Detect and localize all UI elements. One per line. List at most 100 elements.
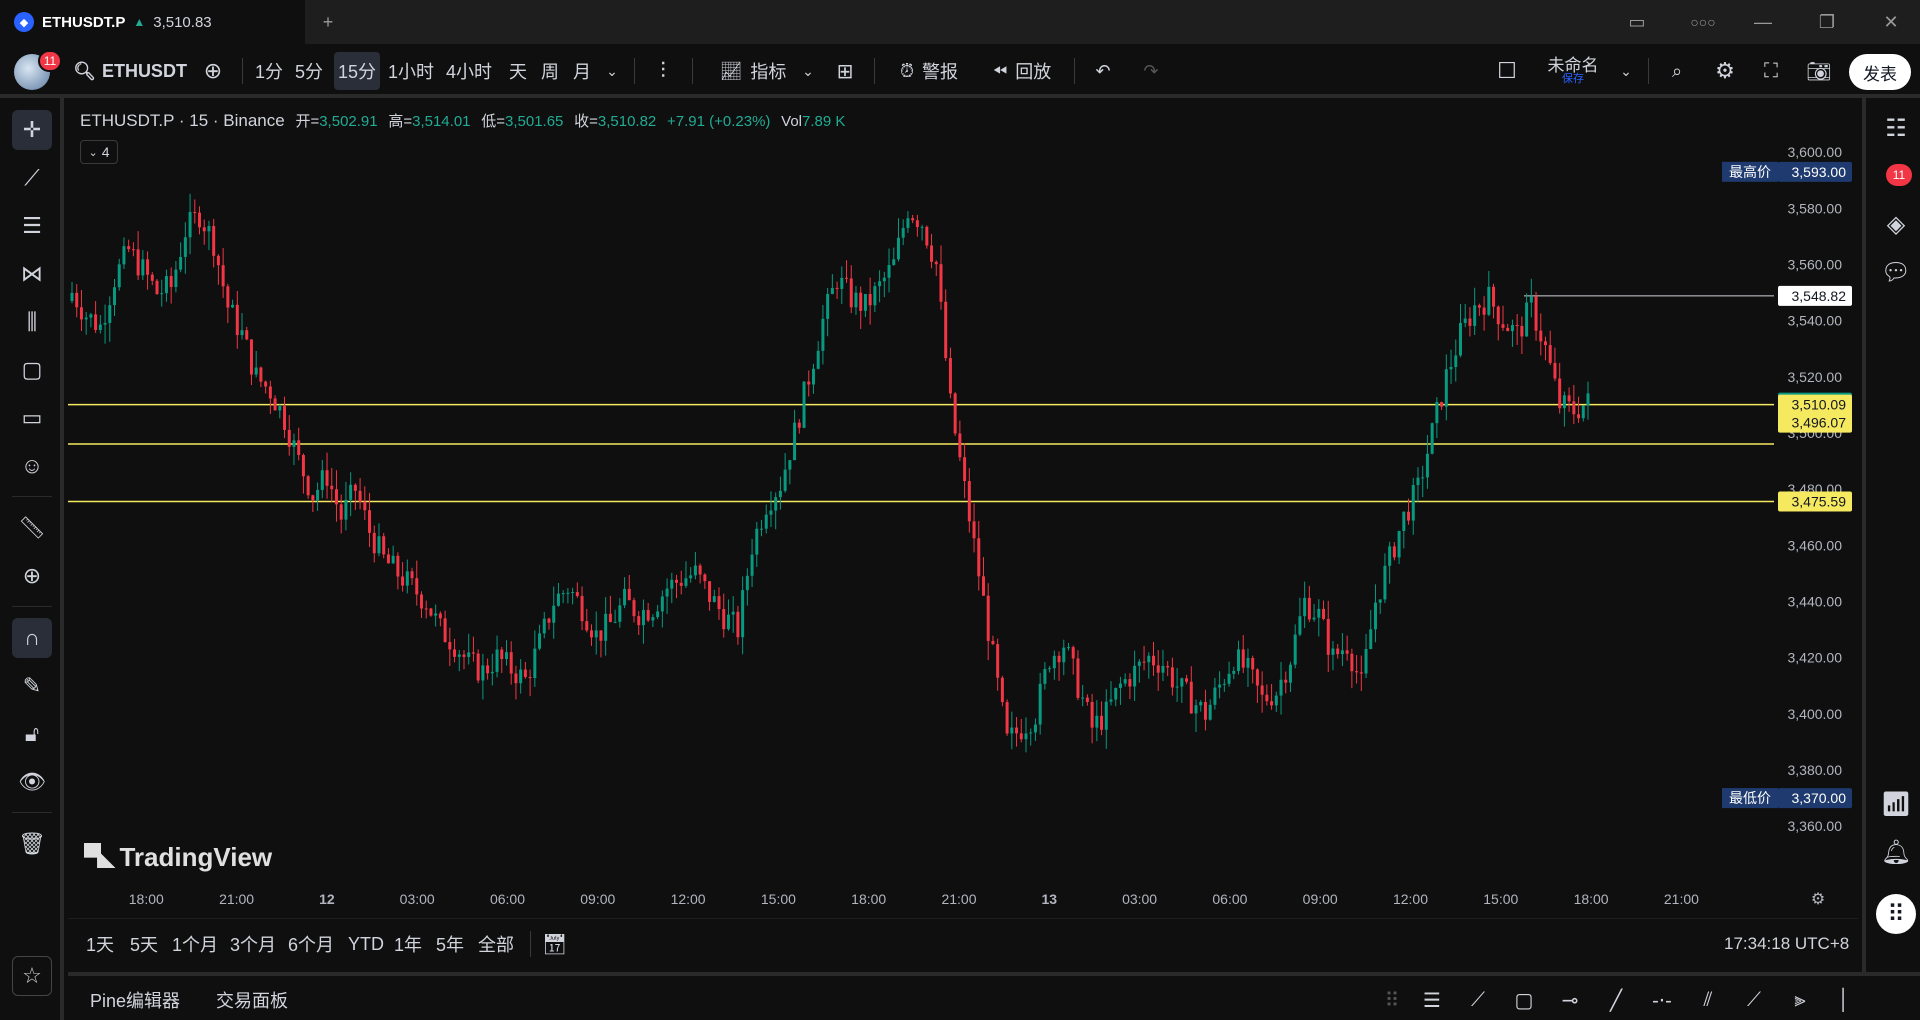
candle-body [212, 226, 216, 256]
chart-canvas[interactable]: 3,600.00 3,580.00 3,560.00 3,540.00 3,520.00… [68, 98, 1858, 918]
candle-body [821, 318, 825, 351]
watchlist-icon[interactable]: ☷ [1876, 108, 1916, 148]
candlestick-type-icon[interactable]: ⫶ [648, 52, 678, 90]
trend-line-icon[interactable]: ⟋ [1460, 984, 1496, 1016]
zoom-in-icon[interactable]: ⊕ [12, 556, 52, 596]
range-6m[interactable]: 6个月 [288, 931, 334, 957]
candle-body [1288, 664, 1292, 683]
chart-frame-icon[interactable]: ☐ [1492, 52, 1522, 90]
candle-body [164, 276, 168, 294]
range-5y[interactable]: 5年 [436, 931, 464, 957]
candle-body [698, 565, 702, 575]
range-ytd[interactable]: YTD [348, 931, 384, 957]
interval-5m[interactable]: 5分 [292, 52, 326, 90]
price-chart[interactable]: 3,600.00 3,580.00 3,560.00 3,540.00 3,520.00… [68, 98, 1858, 918]
emoji-icon[interactable]: ☺ [12, 446, 52, 486]
chevron-down-icon[interactable]: ⌄ [602, 52, 622, 90]
candle-body [353, 484, 357, 491]
publish-button[interactable]: 发表 [1849, 54, 1911, 90]
settings-gear-icon[interactable]: ⚙︎ [1710, 52, 1740, 90]
tab-pine-editor[interactable]: Pine编辑器 [90, 986, 180, 1014]
layout-name-button[interactable]: 未命名 保存 [1540, 52, 1606, 90]
interval-month[interactable]: 月 [570, 52, 594, 90]
candle-body [1520, 326, 1524, 337]
more-icon[interactable]: ○○○ [1688, 0, 1718, 44]
candle-body [1279, 679, 1283, 696]
eye-icon[interactable]: 👁︎ [12, 762, 52, 802]
vertical-line-icon[interactable]: │ [1826, 984, 1862, 1016]
interval-1h[interactable]: 1小时 [388, 52, 434, 90]
candle-body [745, 575, 749, 591]
fib-icon[interactable]: ⫼ [12, 302, 52, 342]
horizontal-line-icon[interactable]: -⋅- [1644, 984, 1680, 1016]
fib-retracement-icon[interactable]: ⫸ [1782, 984, 1818, 1016]
minimize-button[interactable]: — [1748, 0, 1778, 44]
undo-icon[interactable]: ↶ [1088, 52, 1118, 90]
layout-grid-icon[interactable]: ⊞ [830, 52, 860, 90]
price-tick-label: 3,520.00 [1788, 369, 1843, 385]
chevron-down-icon[interactable]: ⌄ [1616, 52, 1636, 90]
apps-grid-icon[interactable]: ⠿ [1876, 894, 1916, 934]
regression-icon[interactable]: ⟋ [1736, 984, 1772, 1016]
parallel-channel-icon[interactable]: ⫽ [1690, 984, 1726, 1016]
lock-drawing-icon[interactable]: ✎ [12, 666, 52, 706]
text-note-icon[interactable]: ▭ [12, 398, 52, 438]
price-tick-label: 3,440.00 [1788, 593, 1843, 609]
signal-icon[interactable]: 📶︎ [1876, 784, 1916, 824]
layout-icon[interactable]: ▭ [1622, 0, 1652, 44]
utc-clock[interactable]: 17:34:18 UTC+8 [1724, 931, 1849, 957]
star-icon[interactable]: ☆ [12, 956, 52, 996]
chevron-down-icon[interactable]: ⌄ [798, 52, 818, 90]
indicators-collapse-button[interactable]: ⌄ 4 [80, 140, 118, 164]
layers-icon[interactable]: ◈ [1876, 204, 1916, 244]
bell-icon[interactable]: 🔔︎ [1876, 832, 1916, 872]
interval-4h[interactable]: 4小时 [446, 52, 492, 90]
interval-day[interactable]: 天 [506, 52, 530, 90]
candle-body [1369, 629, 1373, 650]
chat-icon[interactable]: 💬︎ [1876, 252, 1916, 292]
interval-week[interactable]: 周 [538, 52, 562, 90]
rectangle-icon[interactable]: ▢ [12, 350, 52, 390]
browser-tab[interactable]: ◆ ETHUSDT.P ▲ 3,510.83 [0, 0, 305, 44]
new-tab-button[interactable]: + [316, 0, 340, 44]
compare-add-icon[interactable]: ⊕ [198, 52, 228, 90]
range-1d[interactable]: 1天 [86, 931, 114, 957]
replay-button[interactable]: ⏪︎ 回放 [986, 52, 1058, 90]
horizontal-ray-icon[interactable]: ⊸ [1552, 984, 1588, 1016]
crosshair-icon[interactable]: ✛ [12, 110, 52, 150]
trendline-icon[interactable]: ⟋ [12, 158, 52, 198]
alert-button[interactable]: ⏰︎ 警报 [890, 52, 968, 90]
restore-button[interactable]: ❐ [1812, 0, 1842, 44]
ruler-icon[interactable]: 📏︎ [12, 508, 52, 548]
pattern-icon[interactable]: ⋈ [12, 254, 52, 294]
trash-icon[interactable]: 🗑︎ [12, 824, 52, 864]
candle-body [486, 665, 490, 674]
range-1y[interactable]: 1年 [394, 931, 422, 957]
magnet-icon[interactable]: ∩ [12, 618, 52, 658]
range-5d[interactable]: 5天 [130, 931, 158, 957]
horizontal-lines-icon[interactable]: ☰ [12, 206, 52, 246]
range-3m[interactable]: 3个月 [230, 931, 276, 957]
ray-icon[interactable]: ╱ [1598, 984, 1634, 1016]
range-1m[interactable]: 1个月 [172, 931, 218, 957]
quick-search-icon[interactable]: ⌕ [1662, 52, 1692, 90]
interval-15m[interactable]: 15分 [334, 52, 380, 90]
tab-trading-panel[interactable]: 交易面板 [216, 986, 288, 1014]
drag-handle-icon[interactable]: ⠿ [1374, 984, 1410, 1016]
rectangle-tool-icon[interactable]: ▢ [1506, 984, 1542, 1016]
candle-body [849, 278, 853, 308]
symbol-search-button[interactable]: 🔍︎ ETHUSDT [73, 52, 187, 90]
range-all[interactable]: 全部 [478, 931, 514, 957]
candle-body [169, 276, 173, 288]
indicators-button[interactable]: 📈︎ 指标 [708, 52, 798, 90]
multi-line-icon[interactable]: ☰ [1414, 984, 1450, 1016]
interval-1m[interactable]: 1分 [252, 52, 286, 90]
go-to-date-icon[interactable]: 📅︎ [542, 931, 567, 957]
camera-icon[interactable]: 📷︎ [1804, 52, 1834, 90]
fullscreen-icon[interactable]: ⛶ [1756, 52, 1786, 90]
legend-open: 3,502.91 [319, 113, 378, 130]
redo-icon[interactable]: ↷ [1136, 52, 1166, 90]
unlock-icon[interactable]: 🔓︎ [12, 714, 52, 754]
candle-body [325, 470, 329, 486]
close-button[interactable]: ✕ [1876, 0, 1906, 44]
